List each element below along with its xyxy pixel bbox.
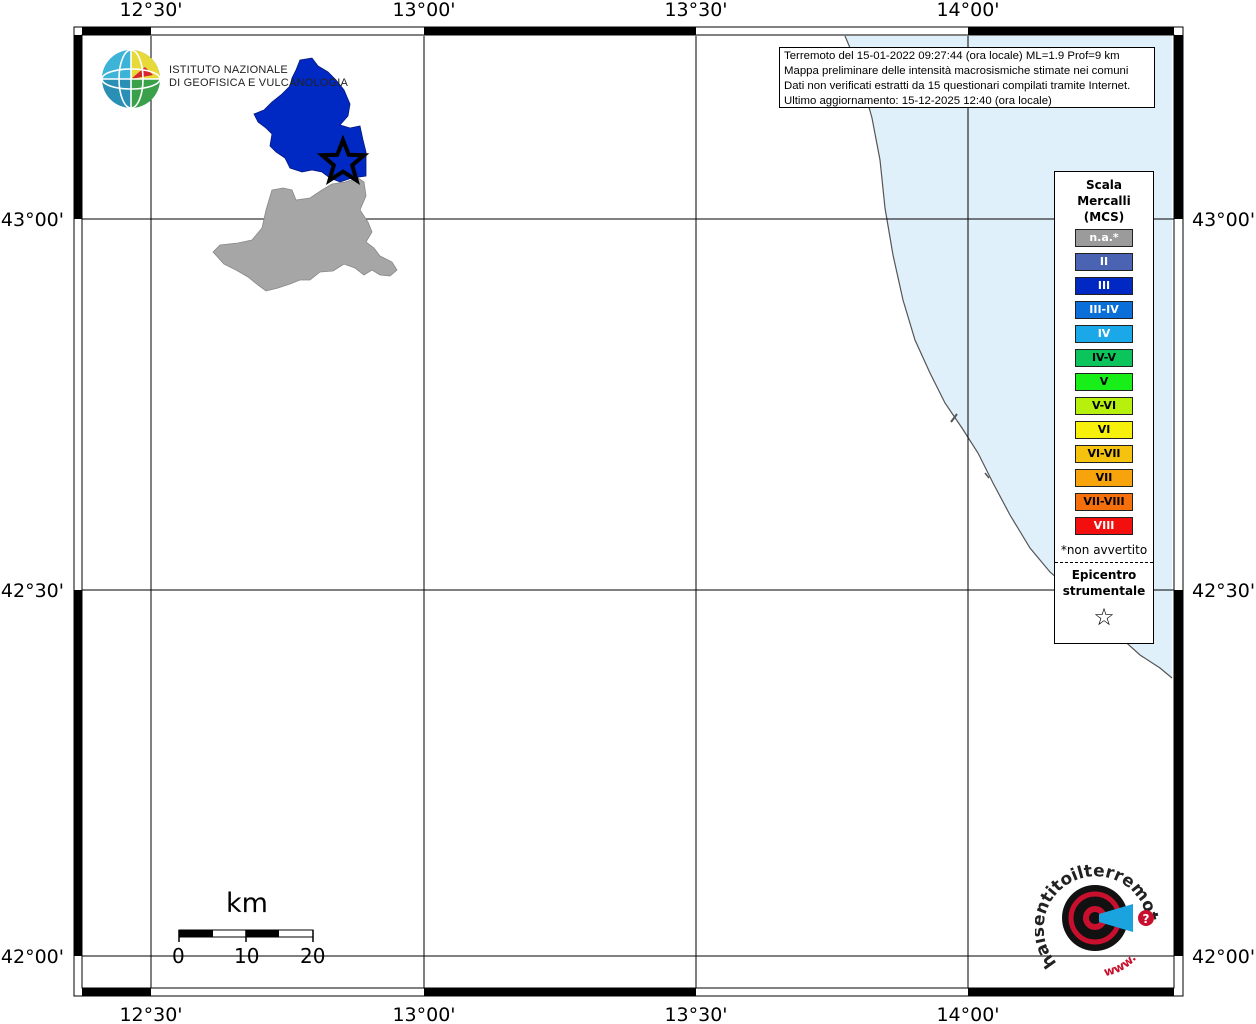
scale-unit: km xyxy=(226,888,268,919)
lat-label-right: 42°30' xyxy=(1192,580,1255,602)
lat-label-right: 43°00' xyxy=(1192,209,1255,231)
legend-epicenter-line-1: Epicentro xyxy=(1071,568,1137,582)
lat-label-left: 42°00' xyxy=(1,946,64,968)
legend-epicenter-label: Epicentro strumentale xyxy=(1055,567,1153,599)
institute-line-1: ISTITUTO NAZIONALE xyxy=(169,64,288,76)
info-line-3: Dati non verificati estratti da 15 quest… xyxy=(784,80,1131,92)
scale-bar xyxy=(178,929,314,942)
legend-item: III-IV xyxy=(1075,301,1133,319)
legend-title: Scala Mercalli (MCS) xyxy=(1055,177,1153,225)
legend-item: VIII xyxy=(1075,517,1133,535)
info-line-4: Ultimo aggiornamento: 15-12-2025 12:40 (… xyxy=(784,95,1052,107)
scale-label-20: 20 xyxy=(300,944,326,968)
lon-label-bottom: 13°00' xyxy=(392,1004,455,1024)
legend-item: IV-V xyxy=(1075,349,1133,367)
legend-epicenter-line-2: strumentale xyxy=(1062,584,1146,598)
lon-label-top: 13°00' xyxy=(392,0,455,21)
info-line-1: Terremoto del 15-01-2022 09:27:44 (ora l… xyxy=(784,50,1120,62)
legend-item: VI xyxy=(1075,421,1133,439)
info-line-2: Mappa preliminare delle intensità macros… xyxy=(784,65,1129,77)
institute-line-2: DI GEOFISICA E VULCANOLOGIA xyxy=(169,77,348,89)
svg-text:www.: www. xyxy=(1102,951,1139,979)
legend-title-line-1: Scala xyxy=(1085,178,1123,192)
ingv-globe-icon xyxy=(101,49,161,109)
lat-labels-left: 43°00' 42°30' 42°00' xyxy=(1,209,64,968)
logo-url-text: www. xyxy=(1102,951,1139,979)
legend-item: V-VI xyxy=(1075,397,1133,415)
lon-labels-top: 12°30' 13°00' 13°30' 14°00' xyxy=(119,0,999,21)
lon-label-bottom: 12°30' xyxy=(119,1004,182,1024)
lat-label-left: 42°30' xyxy=(1,580,64,602)
legend-item: n.a.* xyxy=(1075,229,1133,247)
legend-item: IV xyxy=(1075,325,1133,343)
lat-label-left: 43°00' xyxy=(1,209,64,231)
scale-label-0: 0 xyxy=(172,944,185,968)
legend-star-icon: ☆ xyxy=(1093,603,1115,631)
institute-name: ISTITUTO NAZIONALE DI GEOFISICA E VULCAN… xyxy=(169,64,348,90)
legend-item: II xyxy=(1075,253,1133,271)
scale-label-10: 10 xyxy=(234,944,260,968)
legend-separator xyxy=(1055,562,1153,563)
legend-item: VII xyxy=(1075,469,1133,487)
logo-question: ? xyxy=(1143,912,1150,926)
lat-labels-right: 43°00' 42°30' 42°00' xyxy=(1192,209,1255,968)
hai-sentito-logo-icon: haisentitoilterremoto.it www. ? xyxy=(1035,858,1162,979)
lon-label-top: 12°30' xyxy=(119,0,182,21)
lon-label-top: 14°00' xyxy=(936,0,999,21)
lon-labels-bottom: 12°30' 13°00' 13°30' 14°00' xyxy=(119,1004,999,1024)
legend-title-line-3: (MCS) xyxy=(1083,210,1125,224)
legend-item: V xyxy=(1075,373,1133,391)
legend-note: *non avvertito xyxy=(1060,543,1148,557)
legend-item: VII-VIII xyxy=(1075,493,1133,511)
lon-label-top: 13°30' xyxy=(664,0,727,21)
mcs-legend: Scala Mercalli (MCS) n.a.* II III III-IV IV I… xyxy=(1054,171,1154,644)
lon-label-bottom: 14°00' xyxy=(936,1004,999,1024)
lat-label-right: 42°00' xyxy=(1192,946,1255,968)
lon-label-bottom: 13°30' xyxy=(664,1004,727,1024)
legend-item: III xyxy=(1075,277,1133,295)
earthquake-info-box: Terremoto del 15-01-2022 09:27:44 (ora l… xyxy=(779,47,1155,108)
legend-title-line-2: Mercalli xyxy=(1077,194,1131,208)
legend-item: VI-VII xyxy=(1075,445,1133,463)
municipality-not-felt xyxy=(212,177,398,292)
legend-items: n.a.* II III III-IV IV IV-V V V-VI VI VI-VII VII VI… xyxy=(1055,229,1153,535)
